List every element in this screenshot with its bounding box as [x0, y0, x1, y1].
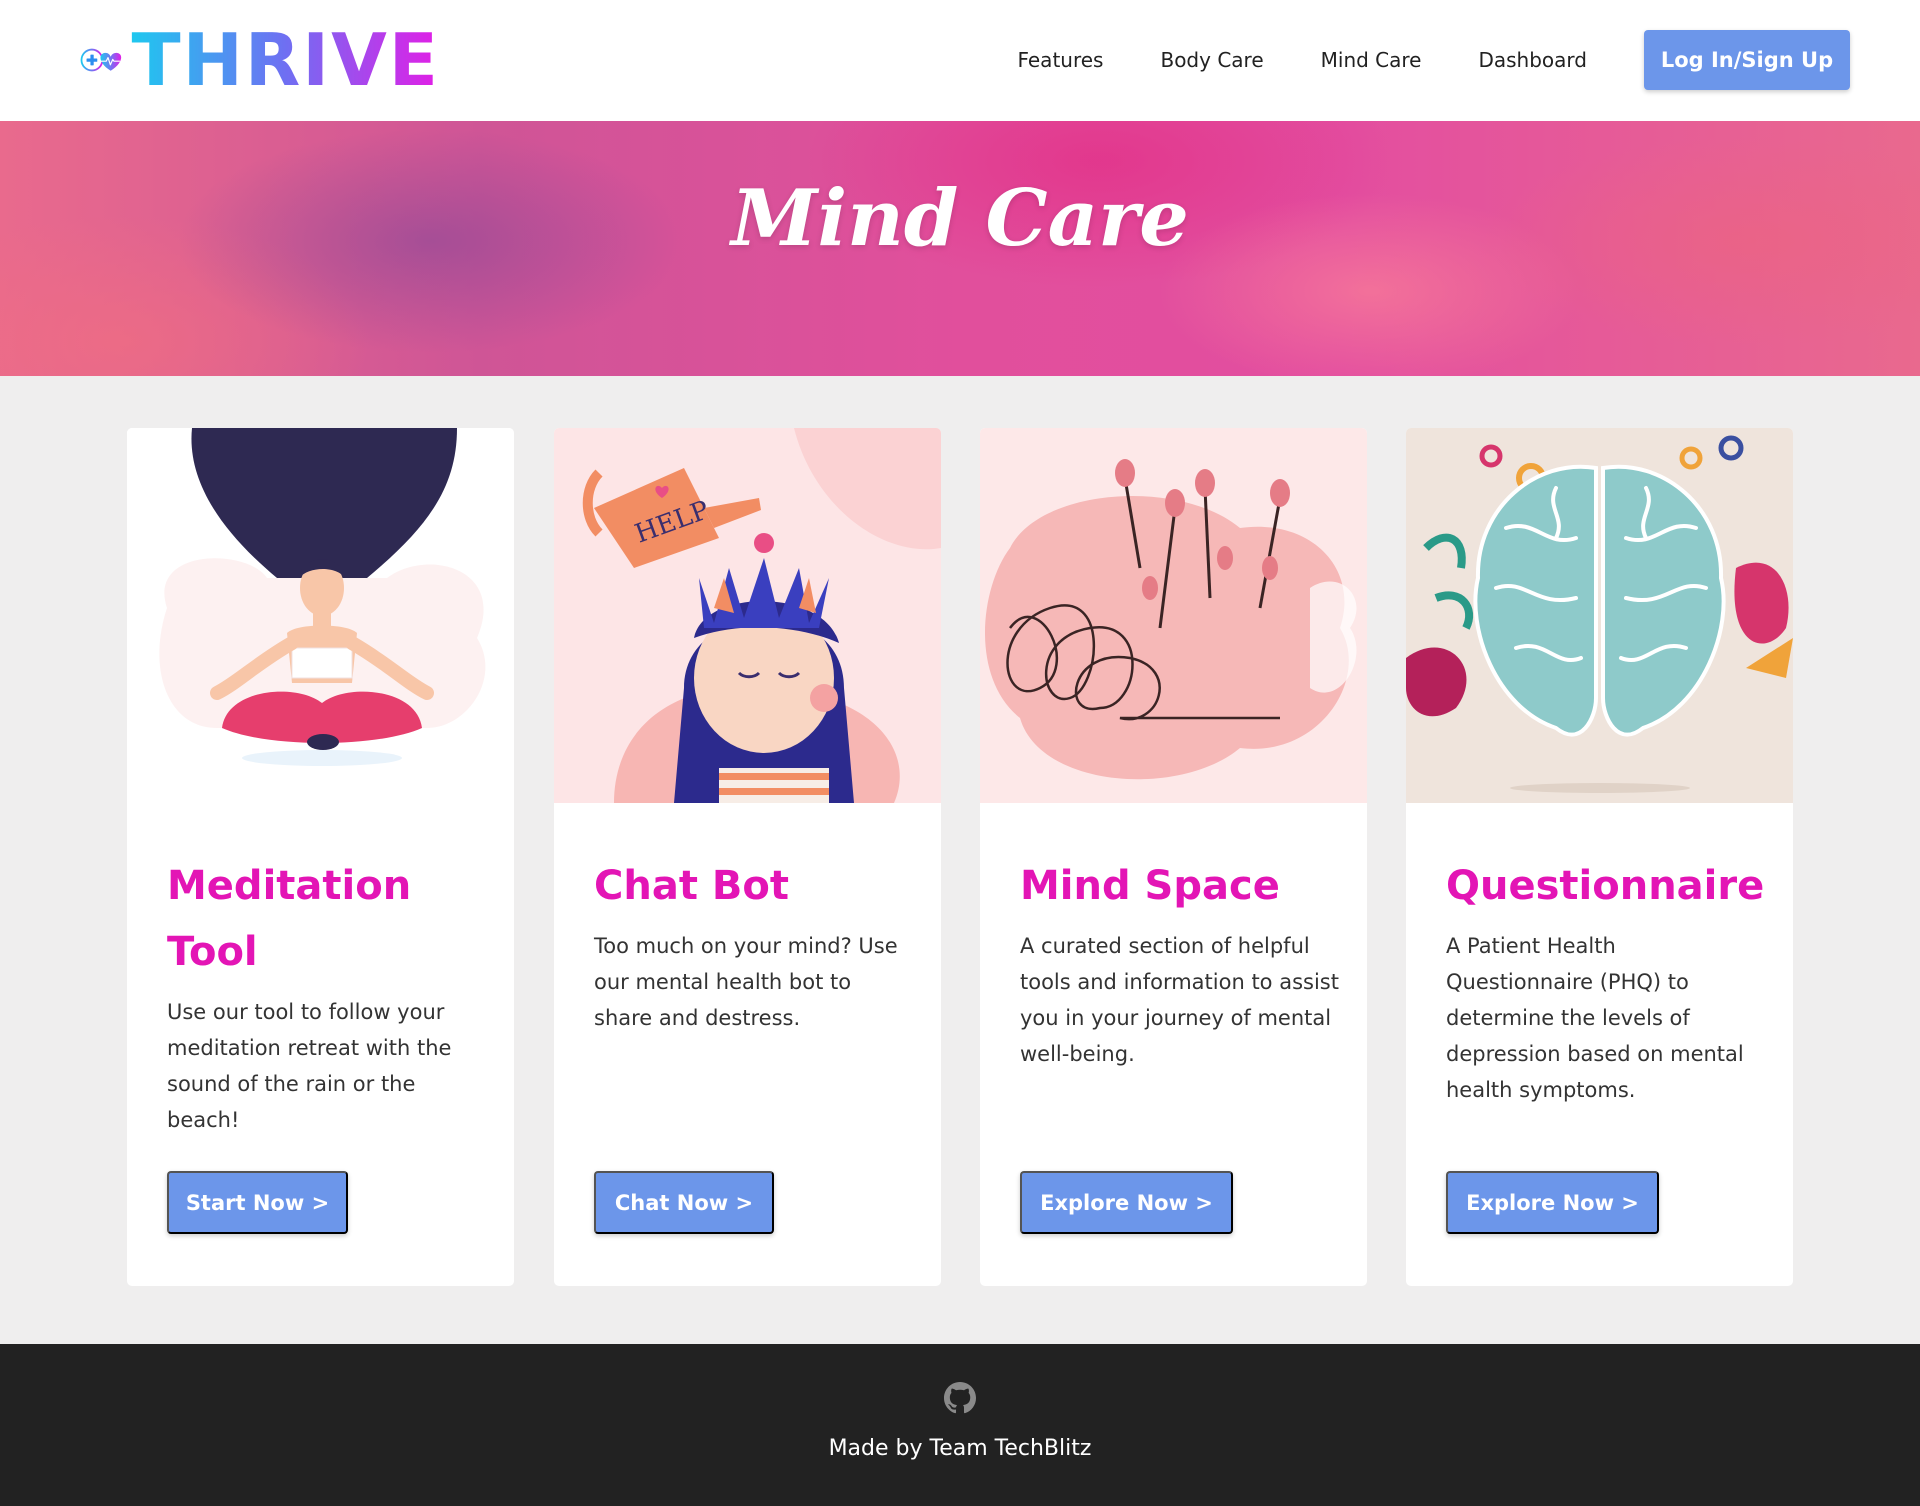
watering-can-illustration-icon: HELP — [554, 428, 941, 803]
health-plus-heart-icon — [80, 48, 122, 72]
card-description: Use our tool to follow your meditation r… — [167, 1000, 452, 1132]
github-icon[interactable] — [944, 1382, 976, 1414]
card-description: A curated section of helpful tools and i… — [1020, 934, 1339, 1066]
card-description: Too much on your mind? Use our mental he… — [594, 934, 898, 1030]
page-title: Mind Care — [731, 173, 1189, 264]
explore-now-button[interactable]: Explore Now > — [1446, 1171, 1659, 1234]
hero-banner: Mind Care — [0, 121, 1920, 376]
card-description: A Patient Health Questionnaire (PHQ) to … — [1446, 934, 1744, 1102]
footer-credit: Made by Team TechBlitz — [828, 1436, 1092, 1461]
card-meditation-tool: Meditation Tool Use our tool to follow y… — [127, 428, 514, 1286]
nav-link-mind-care[interactable]: Mind Care — [1321, 48, 1422, 72]
card-title: Chat Bot — [594, 863, 789, 909]
explore-now-button[interactable]: Explore Now > — [1020, 1171, 1233, 1234]
nav-link-features[interactable]: Features — [1017, 48, 1103, 72]
start-now-button[interactable]: Start Now > — [167, 1171, 348, 1234]
brand-name: THRIVE — [131, 18, 440, 102]
top-nav-bar: THRIVE Features Body Care Mind Care Dash… — [0, 0, 1920, 121]
login-signup-button[interactable]: Log In/Sign Up — [1644, 30, 1850, 90]
card-chat-bot: HELP Chat Bot Too much on your mind? Use… — [554, 428, 941, 1286]
card-title: Mind Space — [1020, 863, 1280, 909]
brain-illustration-icon — [1406, 428, 1793, 803]
card-questionnaire: Questionnaire A Patient Health Questionn… — [1406, 428, 1793, 1286]
card-mind-space: Mind Space A curated section of helpful … — [980, 428, 1367, 1286]
card-title: Questionnaire — [1446, 863, 1765, 909]
thrive-logo[interactable]: THRIVE — [80, 18, 440, 102]
main-nav: Features Body Care Mind Care Dashboard L… — [1017, 30, 1850, 90]
footer: Made by Team TechBlitz — [0, 1344, 1920, 1506]
nav-link-body-care[interactable]: Body Care — [1160, 48, 1263, 72]
tangled-mind-illustration-icon — [980, 428, 1367, 803]
chat-now-button[interactable]: Chat Now > — [594, 1171, 774, 1234]
meditation-illustration-icon — [127, 428, 514, 803]
card-title: Meditation Tool — [167, 863, 412, 975]
nav-link-dashboard[interactable]: Dashboard — [1478, 48, 1587, 72]
